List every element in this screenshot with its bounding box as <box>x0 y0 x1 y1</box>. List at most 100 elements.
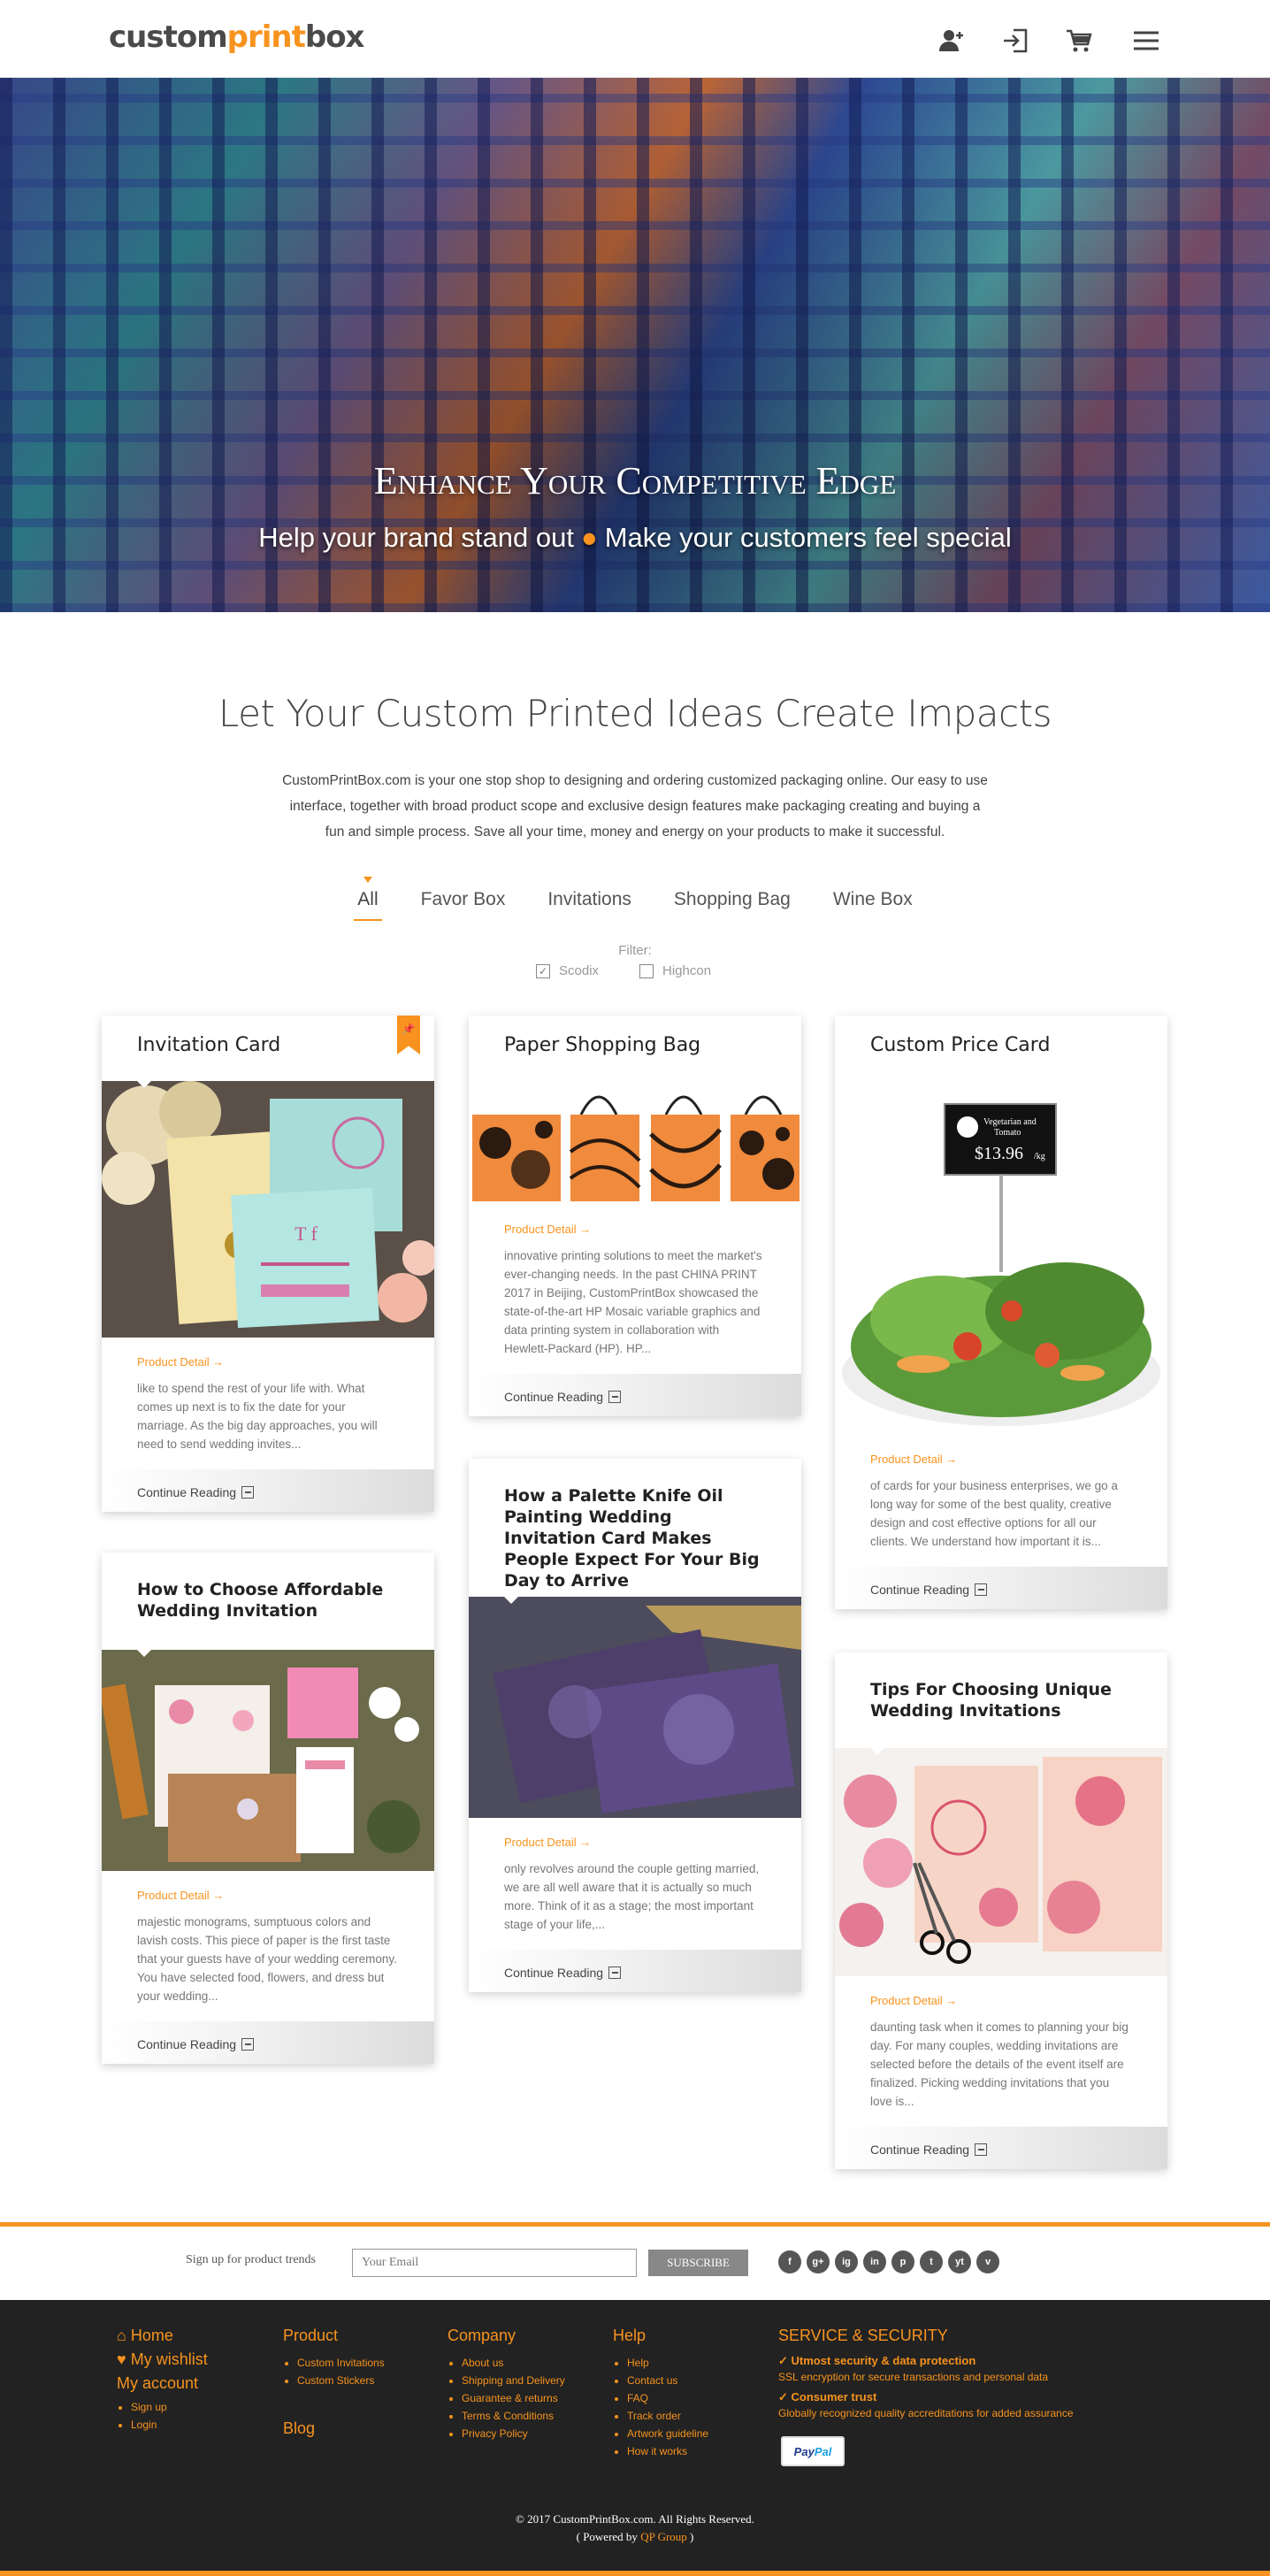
trust-item: ✓ Consumer trust <box>778 2390 1167 2404</box>
product-detail-link[interactable]: Product Detail → <box>137 1355 399 1368</box>
footer-link-guarantee[interactable]: Guarantee & returns <box>462 2389 565 2407</box>
footer-blog-link[interactable]: Blog <box>283 2419 385 2438</box>
card-title[interactable]: Custom Price Card <box>870 1035 1132 1056</box>
filter-label: Filter: <box>618 943 652 958</box>
hero-title: Enhance Your Competitive Edge <box>373 459 897 502</box>
check-icon: ✓ <box>778 2354 792 2367</box>
instagram-icon[interactable]: ig <box>835 2250 858 2273</box>
svg-text:Tomato: Tomato <box>994 1128 1021 1138</box>
paypal-text-pal: Pal <box>814 2444 832 2458</box>
card-excerpt: only revolves around the couple getting … <box>504 1862 760 1931</box>
vimeo-icon[interactable]: v <box>976 2250 999 2273</box>
twitter-icon[interactable]: t <box>920 2250 943 2273</box>
card-unique-wedding-invitations: Tips For Choosing Unique Wedding Invitat… <box>835 1652 1167 2169</box>
footer-link-custom-stickers[interactable]: Custom Stickers <box>297 2372 385 2389</box>
continue-reading-label: Continue Reading <box>870 2143 970 2157</box>
footer-link-privacy[interactable]: Privacy Policy <box>462 2425 565 2442</box>
card-body: Product Detail → daunting task when it c… <box>835 1976 1167 2127</box>
card-header: Invitation Card 📌 <box>102 1016 434 1088</box>
footer-link-faq[interactable]: FAQ <box>627 2389 708 2407</box>
footer-link-login[interactable]: Login <box>131 2416 208 2434</box>
read-icon <box>975 2143 988 2156</box>
card-body: Product Detail → majestic monograms, sum… <box>102 1871 434 2021</box>
card-title[interactable]: Tips For Choosing Unique Wedding Invitat… <box>870 1679 1132 1721</box>
email-field[interactable]: Your Email <box>352 2249 637 2277</box>
footer-wishlist-link[interactable]: ♥ My wishlist <box>117 2350 208 2369</box>
youtube-icon[interactable]: yt <box>948 2250 971 2273</box>
continue-reading-button[interactable]: Continue Reading <box>469 1950 801 1992</box>
card-title[interactable]: How a Palette Knife Oil Painting Wedding… <box>504 1485 766 1591</box>
tab-wine-box[interactable]: Wine Box <box>830 889 916 921</box>
continue-reading-button[interactable]: Continue Reading <box>102 1469 434 1512</box>
site-logo[interactable]: customprintbox <box>109 19 364 55</box>
filter-scodix-label: Scodix <box>559 963 600 978</box>
heart-icon: ♥ <box>117 2350 131 2368</box>
footer-home-link[interactable]: ⌂ Home <box>117 2327 208 2345</box>
login-icon[interactable] <box>998 23 1033 58</box>
continue-reading-button[interactable]: Continue Reading <box>102 2021 434 2064</box>
card-title[interactable]: Paper Shopping Bag <box>504 1035 766 1056</box>
footer-link-how-it-works[interactable]: How it works <box>627 2442 708 2460</box>
facebook-icon[interactable]: f <box>778 2250 801 2273</box>
menu-icon[interactable] <box>1128 23 1164 58</box>
card-image-invitation[interactable]: T f <box>102 1081 434 1338</box>
filter-highcon[interactable]: Highcon <box>639 963 711 978</box>
product-detail-link[interactable]: Product Detail → <box>504 1223 766 1236</box>
bookmark-icon[interactable]: 📌 <box>397 1016 420 1054</box>
card-title[interactable]: How to Choose Affordable Wedding Invitat… <box>137 1579 399 1622</box>
card-image-unique-invitations[interactable] <box>835 1748 1167 1976</box>
continue-reading-button[interactable]: Continue Reading <box>835 2127 1167 2169</box>
card-body: Product Detail → only revolves around th… <box>469 1818 801 1950</box>
footer-link-custom-invitations[interactable]: Custom Invitations <box>297 2354 385 2372</box>
footer-link-signup[interactable]: Sign up <box>131 2398 208 2416</box>
security-item-desc: SSL encryption for secure transactions a… <box>778 2371 1049 2383</box>
footer-link-track-order[interactable]: Track order <box>627 2407 708 2425</box>
add-user-icon[interactable] <box>934 23 969 58</box>
product-detail-link[interactable]: Product Detail → <box>137 1889 399 1902</box>
filter-scodix[interactable]: ✓ Scodix <box>536 963 599 978</box>
hero-subtitle-left: Help your brand stand out <box>258 522 574 553</box>
footer-security-heading: SERVICE & SECURITY <box>778 2327 948 2344</box>
tab-invitations[interactable]: Invitations <box>544 889 635 921</box>
card-image-affordable-invitation[interactable] <box>102 1650 434 1871</box>
read-icon <box>975 1583 988 1596</box>
card-header: Paper Shopping Bag <box>469 1016 801 1088</box>
google-plus-icon[interactable]: g+ <box>807 2250 830 2273</box>
product-detail-link[interactable]: Product Detail → <box>504 1836 766 1849</box>
footer-home-label: Home <box>130 2327 173 2344</box>
tab-shopping-bag[interactable]: Shopping Bag <box>670 889 794 921</box>
footer-link-contact[interactable]: Contact us <box>627 2372 708 2389</box>
paypal-logo: Pay Pal <box>781 2436 845 2466</box>
hero-separator: ● <box>580 522 598 553</box>
card-image-price-card[interactable]: Vegetarian and Tomato $13.96 /kg <box>835 1081 1167 1435</box>
pinterest-icon[interactable]: p <box>891 2250 914 2273</box>
security-item-title: Utmost security & data protection <box>791 2354 976 2367</box>
checkbox-icon[interactable] <box>639 963 654 978</box>
product-detail-link[interactable]: Product Detail → <box>870 1453 1132 1466</box>
card-image-palette-knife[interactable] <box>469 1597 801 1818</box>
footer-link-artwork[interactable]: Artwork guideline <box>627 2425 708 2442</box>
card-custom-price-card: Custom Price Card Vegetarian and Tomato … <box>835 1016 1167 1609</box>
product-detail-link[interactable]: Product Detail → <box>870 1994 1132 2007</box>
svg-text:T f: T f <box>295 1223 318 1245</box>
qp-group-link[interactable]: QP Group <box>640 2530 687 2543</box>
continue-reading-button[interactable]: Continue Reading <box>469 1374 801 1416</box>
card-image-shopping-bags[interactable] <box>469 1081 801 1205</box>
subscribe-button[interactable]: SUBSCRIBE <box>648 2250 748 2276</box>
tab-all[interactable]: All <box>354 877 382 921</box>
footer-account-heading[interactable]: My account <box>117 2374 208 2393</box>
hero-subtitle-right: Make your customers feel special <box>604 522 1012 553</box>
footer-link-terms[interactable]: Terms & Conditions <box>462 2407 565 2425</box>
footer-col-security: SERVICE & SECURITY ✓ Utmost security & d… <box>778 2327 1167 2419</box>
linkedin-icon[interactable]: in <box>863 2250 886 2273</box>
cart-icon[interactable] <box>1061 23 1097 58</box>
footer-link-shipping[interactable]: Shipping and Delivery <box>462 2372 565 2389</box>
card-title[interactable]: Invitation Card <box>137 1035 399 1056</box>
continue-reading-button[interactable]: Continue Reading <box>835 1567 1167 1609</box>
footer-link-help[interactable]: Help <box>627 2354 708 2372</box>
footer-link-about[interactable]: About us <box>462 2354 565 2372</box>
continue-reading-label: Continue Reading <box>504 1966 604 1980</box>
tab-favor-box[interactable]: Favor Box <box>417 889 509 921</box>
checkbox-checked-icon[interactable]: ✓ <box>536 963 550 978</box>
card-header: How to Choose Affordable Wedding Invitat… <box>102 1552 434 1657</box>
